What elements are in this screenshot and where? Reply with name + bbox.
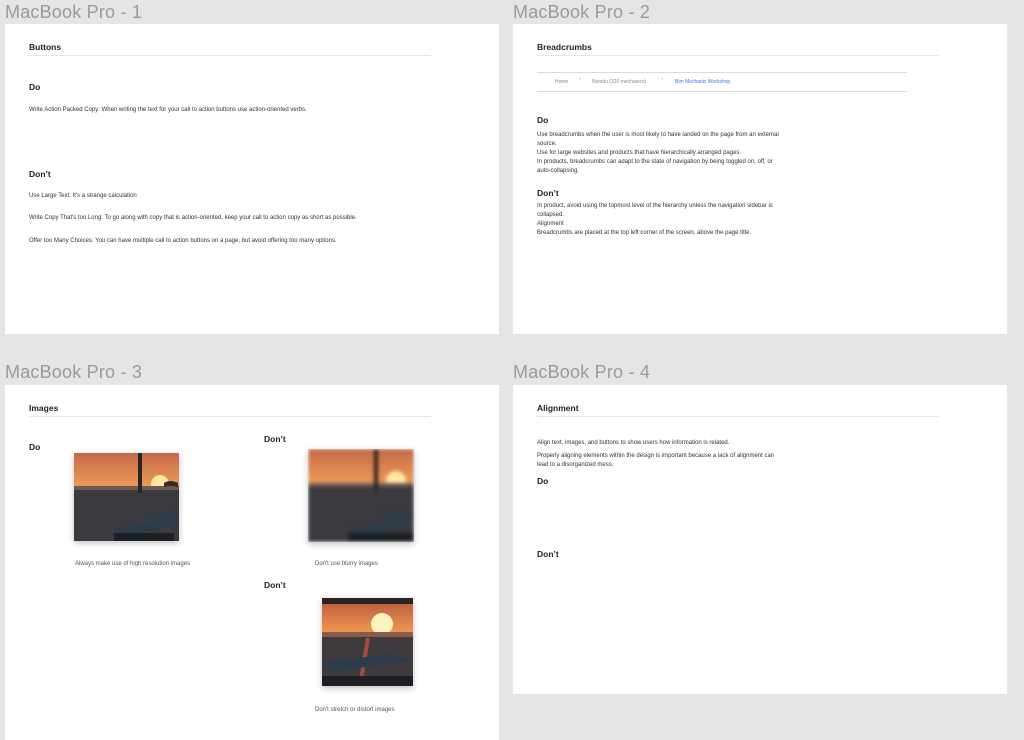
chevron-right-icon: › [579, 76, 582, 83]
breadcrumb-item-home[interactable]: Home [555, 79, 568, 85]
dont-heading: Don’t [537, 549, 559, 559]
do-line: source. [537, 141, 557, 147]
caption-blurry: Don't use blurry images [315, 561, 378, 567]
do-heading: Do [537, 115, 549, 125]
dont-heading: Don’t [537, 188, 559, 198]
frame-label-3[interactable]: MacBook Pro - 3 [5, 362, 142, 383]
dont-heading: Don’t [264, 434, 286, 444]
frame-buttons: Buttons Do Write Action Packed Copy: Whe… [5, 24, 499, 334]
do-heading: Do [537, 476, 549, 486]
breadcrumb-item-current[interactable]: Bim Mechanic Workshop [675, 79, 730, 85]
sunset-beach-photo-sharp [74, 453, 179, 541]
frame-images: Images Do Don’t Don’t Always make use of [5, 385, 499, 740]
dont-line: Breadcrumbs are placed at the top left c… [537, 230, 752, 236]
frame-label-1[interactable]: MacBook Pro - 1 [5, 2, 142, 23]
page-title: Alignment [537, 403, 579, 413]
dont-heading: Don’t [264, 580, 286, 590]
breadcrumb: Home › Nonidu (320 mechanics) › Bim Mech… [537, 72, 907, 92]
intro-line: Align text, images, and buttons to show … [537, 440, 730, 446]
frame-label-2[interactable]: MacBook Pro - 2 [513, 2, 650, 23]
page-title: Breadcrumbs [537, 42, 592, 52]
title-divider [29, 55, 431, 56]
dont-item: Use Large Text: It's a strange calculati… [29, 193, 137, 199]
sunset-beach-photo-stretched [322, 598, 413, 686]
dont-item: Write Copy That's too Long: To go along … [29, 215, 357, 221]
caption-do: Always make use of high resolution image… [75, 561, 191, 567]
dont-line: collapsed. [537, 212, 565, 218]
do-line: auto-collapsing. [537, 168, 580, 174]
dont-line: Alignment [537, 221, 564, 227]
do-line: In products, breadcrumbs can adapt to th… [537, 159, 773, 165]
page-title: Buttons [29, 42, 62, 52]
sunset-beach-photo-blurry [308, 449, 414, 542]
chevron-right-icon: › [661, 76, 664, 83]
title-divider [29, 416, 431, 417]
do-line: Use breadcrumbs when the user is most li… [537, 132, 779, 138]
frame-alignment: Alignment Align text, images, and button… [513, 385, 1007, 694]
page-title: Images [29, 403, 59, 413]
do-line: Use for large websites and products that… [537, 150, 742, 156]
caption-stretched: Don't stretch or distort images [315, 707, 395, 713]
dont-item: Offer too Many Choices: You can have mul… [29, 238, 337, 244]
title-divider [537, 55, 939, 56]
title-divider [537, 416, 939, 417]
do-heading: Do [29, 82, 41, 92]
do-text: Write Action Packed Copy: When writing t… [29, 107, 307, 113]
intro-line: Properly aligning elements within the de… [537, 453, 775, 459]
dont-line: In product, avoid using the topmost leve… [537, 203, 773, 209]
dont-heading: Don’t [29, 169, 51, 179]
frame-label-4[interactable]: MacBook Pro - 4 [513, 362, 650, 383]
do-heading: Do [29, 442, 41, 452]
frame-breadcrumbs: Breadcrumbs Home › Nonidu (320 mechanics… [513, 24, 1007, 334]
breadcrumb-item-nonidu[interactable]: Nonidu (320 mechanics) [592, 79, 646, 85]
intro-line: lead to a disorganized mess. [537, 462, 614, 468]
